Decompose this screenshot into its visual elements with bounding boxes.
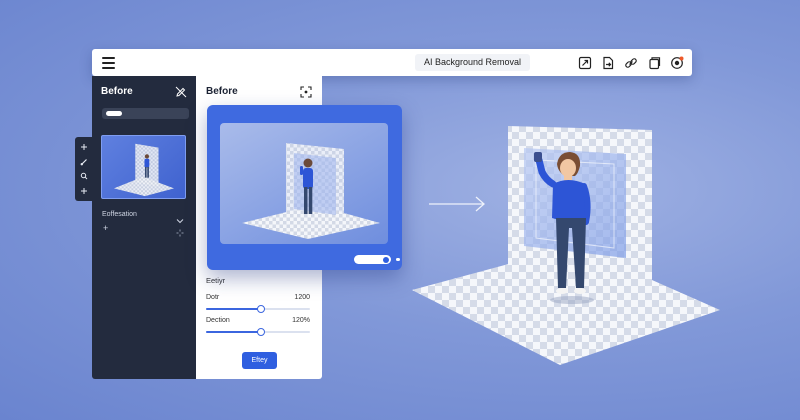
slider-handle[interactable] (257, 305, 266, 313)
resize-icon[interactable] (578, 56, 592, 70)
slider-label: Dection (206, 317, 230, 324)
preview-toggle[interactable] (354, 255, 391, 264)
toggle-knob (383, 256, 389, 263)
chevron-down-icon[interactable] (176, 211, 184, 224)
add-icon[interactable]: + (103, 224, 108, 233)
search-icon[interactable] (80, 172, 88, 180)
section-controls: + (103, 224, 185, 237)
slider-track[interactable] (206, 305, 310, 313)
export-icon[interactable] (601, 56, 615, 70)
plus-icon[interactable] (80, 143, 88, 151)
toolbar-icons (578, 56, 684, 70)
slider-track[interactable] (206, 328, 310, 336)
hamburger-menu-icon[interactable] (102, 57, 115, 69)
section-label: Eoffesation (102, 211, 137, 218)
apply-button[interactable]: Eftey (242, 352, 277, 369)
properties-panel-title: Before (206, 86, 238, 97)
search-pill (106, 111, 122, 116)
slider-dection: Dection 120% (206, 317, 310, 339)
slider-value: 1200 (294, 294, 310, 301)
copy-icon[interactable] (647, 56, 661, 70)
title-bar: AI Background Removal (92, 49, 692, 76)
slider-value: 120% (292, 317, 310, 324)
slider-label: Dotr (206, 294, 220, 301)
edit-off-icon[interactable] (175, 85, 187, 98)
tool-strip (75, 137, 92, 201)
layer-thumbnail[interactable] (101, 135, 186, 199)
effect-label: Eetiyr (206, 276, 226, 285)
crop-icon[interactable] (300, 85, 312, 98)
slider-handle[interactable] (257, 328, 266, 336)
layers-panel: Before Eoffesation + (92, 76, 196, 379)
slider-fill (206, 331, 262, 333)
plus-icon[interactable] (80, 187, 88, 195)
more-options-icon[interactable] (176, 224, 184, 237)
link-icon[interactable] (624, 56, 638, 70)
brush-icon[interactable] (80, 158, 88, 166)
preview-card (207, 105, 402, 270)
record-icon[interactable] (670, 56, 684, 70)
slider-dotr: Dotr 1200 (206, 294, 310, 316)
preview-image[interactable] (220, 123, 388, 244)
result-illustration (400, 118, 730, 418)
layers-panel-title: Before (101, 86, 133, 97)
slider-fill (206, 308, 262, 310)
app-title: AI Background Removal (415, 54, 531, 71)
layer-search-input[interactable] (102, 108, 189, 119)
